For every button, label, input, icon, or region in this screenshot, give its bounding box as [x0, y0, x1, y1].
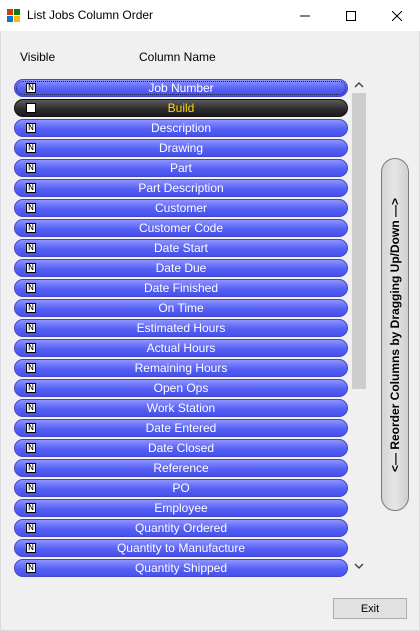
title-bar[interactable]: List Jobs Column Order: [0, 0, 420, 31]
column-name-label: Part: [169, 161, 192, 175]
visible-checkbox[interactable]: [26, 103, 36, 113]
visible-checkbox[interactable]: N: [26, 343, 36, 353]
column-name-label: Reference: [153, 461, 209, 475]
column-name-label: Quantity to Manufacture: [116, 541, 246, 555]
column-name-label: Estimated Hours: [136, 321, 226, 335]
minimize-icon: [300, 15, 310, 16]
column-name-label: Date Finished: [143, 281, 219, 295]
visible-checkbox[interactable]: N: [26, 503, 36, 513]
visible-checkbox[interactable]: N: [26, 143, 36, 153]
column-name-label: On Time: [158, 301, 204, 315]
column-name-header: Column Name: [139, 50, 216, 64]
column-row[interactable]: N Part: [14, 159, 348, 177]
visible-checkbox[interactable]: N: [26, 383, 36, 393]
reorder-columns-label: <— Reorder Columns by Dragging Up/Down —…: [388, 197, 402, 472]
column-row[interactable]: N Job Number: [14, 79, 348, 97]
column-row[interactable]: N Actual Hours: [14, 339, 348, 357]
column-row[interactable]: N Date Finished: [14, 279, 348, 297]
column-name-label: Customer Code: [138, 221, 224, 235]
scrollbar-thumb[interactable]: [352, 93, 366, 389]
column-row[interactable]: N Description: [14, 119, 348, 137]
visible-checkbox[interactable]: N: [26, 183, 36, 193]
visible-checkbox[interactable]: N: [26, 163, 36, 173]
column-name-label: Description: [150, 121, 212, 135]
column-row[interactable]: N Remaining Hours: [14, 359, 348, 377]
column-name-label: PO: [172, 481, 190, 495]
column-name-label: Work Station: [146, 401, 216, 415]
column-name-label: Employee: [154, 501, 208, 515]
visible-checkbox[interactable]: N: [26, 423, 36, 433]
column-name-label: Date Start: [153, 241, 209, 255]
column-name-label: Remaining Hours: [134, 361, 228, 375]
visible-checkbox[interactable]: N: [26, 303, 36, 313]
maximize-icon: [346, 10, 356, 21]
column-name-label: Quantity Ordered: [134, 521, 228, 535]
column-row[interactable]: N Quantity Ordered: [14, 519, 348, 537]
column-row[interactable]: N Quantity to Manufacture: [14, 539, 348, 557]
column-row[interactable]: N Date Entered: [14, 419, 348, 437]
column-name-label: Quantity Shipped: [134, 561, 228, 575]
column-name-label: Open Ops: [153, 381, 209, 395]
close-icon: [392, 10, 402, 21]
column-row[interactable]: N Part Description: [14, 179, 348, 197]
visible-checkbox[interactable]: N: [26, 83, 36, 93]
visible-checkbox[interactable]: N: [26, 483, 36, 493]
column-row[interactable]: N Reference: [14, 459, 348, 477]
visible-checkbox[interactable]: N: [26, 563, 36, 573]
visible-checkbox[interactable]: N: [26, 523, 36, 533]
column-row[interactable]: N On Time: [14, 299, 348, 317]
column-name-label: Customer: [154, 201, 207, 215]
visible-checkbox[interactable]: N: [26, 283, 36, 293]
column-name-label: Drawing: [158, 141, 203, 155]
column-row[interactable]: N Estimated Hours: [14, 319, 348, 337]
visible-checkbox[interactable]: N: [26, 403, 36, 413]
visible-checkbox[interactable]: N: [26, 323, 36, 333]
column-row[interactable]: N Date Start: [14, 239, 348, 257]
visible-checkbox[interactable]: N: [26, 443, 36, 453]
column-name-label: Build: [167, 101, 195, 115]
column-row[interactable]: N PO: [14, 479, 348, 497]
window-title: List Jobs Column Order: [27, 8, 154, 22]
column-row[interactable]: N Date Due: [14, 259, 348, 277]
column-name-label: Actual Hours: [146, 341, 216, 355]
scroll-up-arrow-icon[interactable]: [352, 79, 366, 91]
visible-checkbox[interactable]: N: [26, 263, 36, 273]
column-name-label: Date Due: [155, 261, 207, 275]
visible-checkbox[interactable]: N: [26, 463, 36, 473]
column-name-label: Job Number: [148, 81, 214, 95]
close-button[interactable]: [374, 0, 420, 31]
app-icon: [7, 9, 20, 22]
column-row[interactable]: N Work Station: [14, 399, 348, 417]
column-name-label: Part Description: [138, 181, 224, 195]
column-name-label: Date Entered: [145, 421, 217, 435]
reorder-columns-button[interactable]: <— Reorder Columns by Dragging Up/Down —…: [381, 158, 409, 511]
visible-column-header: Visible: [20, 50, 56, 64]
column-row[interactable]: N Quantity Shipped: [14, 559, 348, 577]
column-row[interactable]: N Customer Code: [14, 219, 348, 237]
column-row[interactable]: N Drawing: [14, 139, 348, 157]
column-row[interactable]: N Customer: [14, 199, 348, 217]
visible-checkbox[interactable]: N: [26, 543, 36, 553]
column-row[interactable]: Build: [14, 99, 348, 117]
maximize-button[interactable]: [328, 0, 374, 31]
visible-checkbox[interactable]: N: [26, 363, 36, 373]
column-order-list[interactable]: N Job Number Build N Description N Drawing N Par…: [14, 75, 368, 577]
minimize-button[interactable]: [282, 0, 328, 31]
scroll-down-arrow-icon[interactable]: [352, 560, 366, 572]
visible-checkbox[interactable]: N: [26, 223, 36, 233]
visible-checkbox[interactable]: N: [26, 123, 36, 133]
column-row[interactable]: N Employee: [14, 499, 348, 517]
visible-checkbox[interactable]: N: [26, 203, 36, 213]
column-row[interactable]: N Open Ops: [14, 379, 348, 397]
visible-checkbox[interactable]: N: [26, 243, 36, 253]
column-name-label: Date Closed: [147, 441, 215, 455]
exit-button[interactable]: Exit: [333, 598, 407, 619]
column-row[interactable]: N Date Closed: [14, 439, 348, 457]
